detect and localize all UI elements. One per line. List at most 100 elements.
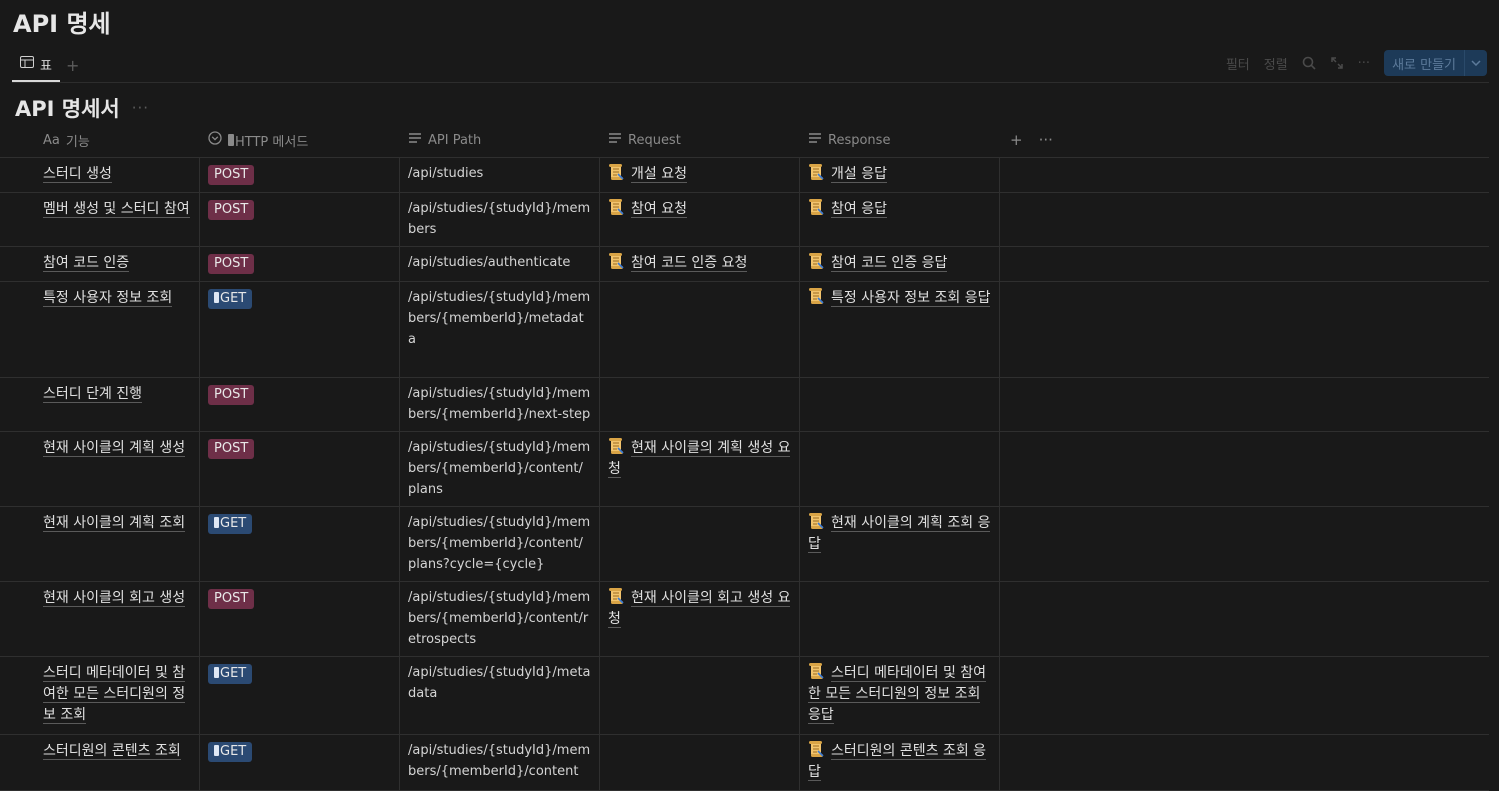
cell-method[interactable]: POST — [200, 247, 400, 281]
response-link[interactable]: 참여 코드 인증 응답 — [831, 255, 948, 272]
cell-method[interactable]: POST — [200, 158, 400, 192]
response-link[interactable]: 현재 사이클의 계획 조회 응답 — [808, 515, 991, 553]
response-link[interactable]: 스터디 메타데이터 및 참여한 모든 스터디원의 정보 조회 응답 — [808, 665, 987, 724]
cell-path[interactable]: /api/studies/{studyId}/members/{memberId… — [400, 432, 600, 506]
cell-request[interactable]: 참여 코드 인증 요청 — [600, 247, 800, 281]
table-row[interactable]: 참여 코드 인증 POST/api/studies/authenticate 참여 … — [0, 247, 1489, 282]
cell-name[interactable]: 현재 사이클의 회고 생성 — [0, 582, 200, 656]
cell-response[interactable] — [800, 378, 1000, 431]
chevron-down-icon[interactable] — [1464, 50, 1487, 76]
row-title[interactable]: 현재 사이클의 회고 생성 — [43, 590, 186, 607]
request-link[interactable]: 개설 요청 — [631, 166, 687, 183]
new-button[interactable]: 새로 만들기 — [1384, 50, 1487, 76]
cell-path[interactable]: /api/studies/{studyId}/members/{memberId… — [400, 582, 600, 656]
cell-method[interactable]: GET — [200, 657, 400, 734]
request-link[interactable]: 현재 사이클의 계획 생성 요청 — [608, 440, 791, 478]
sort-button[interactable]: 정렬 — [1264, 54, 1288, 73]
request-link[interactable]: 현재 사이클의 회고 생성 요청 — [608, 590, 791, 628]
cell-response[interactable]: 개설 응답 — [800, 158, 1000, 192]
column-header-method[interactable]: HTTP 메서드 — [200, 123, 400, 157]
cell-name[interactable]: 스터디원의 콘텐츠 조회 — [0, 735, 200, 790]
table-row[interactable]: 현재 사이클의 계획 조회 GET/api/studies/{studyId}/m… — [0, 507, 1489, 582]
method-badge: GET — [208, 742, 253, 762]
cell-name[interactable]: 현재 사이클의 계획 생성 — [0, 432, 200, 506]
column-header-response[interactable]: Response — [800, 123, 1000, 157]
cell-method[interactable]: POST — [200, 582, 400, 656]
cell-path[interactable]: /api/studies/{studyId}/members/{memberId… — [400, 282, 600, 377]
cell-response[interactable]: 참여 응답 — [800, 193, 1000, 246]
cell-response[interactable] — [800, 432, 1000, 506]
request-link[interactable]: 참여 요청 — [631, 201, 687, 218]
response-link[interactable]: 참여 응답 — [831, 201, 887, 218]
cell-request[interactable]: 현재 사이클의 회고 생성 요청 — [600, 582, 800, 656]
cell-path[interactable]: /api/studies — [400, 158, 600, 192]
cell-response[interactable] — [800, 582, 1000, 656]
cell-request[interactable]: 참여 요청 — [600, 193, 800, 246]
cell-path[interactable]: /api/studies/{studyId}/members/{memberId… — [400, 507, 600, 581]
cell-response[interactable]: 스터디 메타데이터 및 참여한 모든 스터디원의 정보 조회 응답 — [800, 657, 1000, 734]
table-row[interactable]: 스터디 단계 진행 POST/api/studies/{studyId}/memb… — [0, 378, 1489, 432]
cell-request[interactable] — [600, 378, 800, 431]
cell-name[interactable]: 멤버 생성 및 스터디 참여 — [0, 193, 200, 246]
table-row[interactable]: 현재 사이클의 회고 생성 POST/api/studies/{studyId}/… — [0, 582, 1489, 657]
cell-method[interactable]: GET — [200, 282, 400, 377]
add-view-button[interactable]: + — [66, 56, 79, 75]
row-title[interactable]: 스터디 메타데이터 및 참여한 모든 스터디원의 정보 조회 — [43, 665, 186, 724]
cell-method[interactable]: POST — [200, 193, 400, 246]
response-link[interactable]: 특정 사용자 정보 조회 응답 — [831, 290, 991, 307]
cell-path[interactable]: /api/studies/{studyId}/members/{memberId… — [400, 735, 600, 790]
column-header-name[interactable]: Aa 기능 — [0, 123, 200, 157]
add-column-button[interactable]: + — [1010, 131, 1023, 149]
response-link[interactable]: 개설 응답 — [831, 166, 887, 183]
cell-path[interactable]: /api/studies/{studyId}/members/{memberId… — [400, 378, 600, 431]
search-icon[interactable] — [1302, 56, 1316, 70]
database-title[interactable]: API 명세서 — [15, 93, 120, 123]
row-title[interactable]: 스터디 단계 진행 — [43, 386, 143, 403]
view-tab-table[interactable]: 표 — [12, 48, 60, 82]
cell-method[interactable]: POST — [200, 432, 400, 506]
row-title[interactable]: 참여 코드 인증 — [43, 255, 130, 272]
table-row[interactable]: 멤버 생성 및 스터디 참여 POST/api/studies/{studyId}… — [0, 193, 1489, 247]
cell-method[interactable]: GET — [200, 735, 400, 790]
cell-path[interactable]: /api/studies/{studyId}/metadata — [400, 657, 600, 734]
table-row[interactable]: 현재 사이클의 계획 생성 POST/api/studies/{studyId}/… — [0, 432, 1489, 507]
cell-response[interactable]: 현재 사이클의 계획 조회 응답 — [800, 507, 1000, 581]
cell-request[interactable] — [600, 735, 800, 790]
row-title[interactable]: 스터디원의 콘텐츠 조회 — [43, 743, 181, 760]
cell-request[interactable] — [600, 507, 800, 581]
cell-name[interactable]: 스터디 생성 — [0, 158, 200, 192]
cell-name[interactable]: 현재 사이클의 계획 조회 — [0, 507, 200, 581]
column-header-request[interactable]: Request — [600, 123, 800, 157]
cell-path[interactable]: /api/studies/{studyId}/members — [400, 193, 600, 246]
row-title[interactable]: 현재 사이클의 계획 조회 — [43, 515, 186, 532]
request-link[interactable]: 참여 코드 인증 요청 — [631, 255, 748, 272]
expand-icon[interactable] — [1330, 56, 1344, 70]
cell-name[interactable]: 스터디 단계 진행 — [0, 378, 200, 431]
cell-name[interactable]: 참여 코드 인증 — [0, 247, 200, 281]
more-options-button[interactable]: ··· — [1358, 56, 1370, 71]
row-title[interactable]: 멤버 생성 및 스터디 참여 — [43, 201, 190, 218]
column-header-path[interactable]: API Path — [400, 123, 600, 157]
cell-request[interactable] — [600, 657, 800, 734]
cell-name[interactable]: 특정 사용자 정보 조회 — [0, 282, 200, 377]
cell-request[interactable]: 개설 요청 — [600, 158, 800, 192]
cell-request[interactable] — [600, 282, 800, 377]
database-more-button[interactable]: ··· — [132, 99, 149, 117]
cell-request[interactable]: 현재 사이클의 계획 생성 요청 — [600, 432, 800, 506]
cell-method[interactable]: GET — [200, 507, 400, 581]
cell-response[interactable]: 참여 코드 인증 응답 — [800, 247, 1000, 281]
column-more-button[interactable]: ··· — [1039, 131, 1053, 149]
filter-button[interactable]: 필터 — [1226, 54, 1250, 73]
table-row[interactable]: 스터디 메타데이터 및 참여한 모든 스터디원의 정보 조회 GET/api/st… — [0, 657, 1489, 735]
response-link[interactable]: 스터디원의 콘텐츠 조회 응답 — [808, 743, 987, 781]
row-title[interactable]: 특정 사용자 정보 조회 — [43, 290, 173, 307]
cell-response[interactable]: 스터디원의 콘텐츠 조회 응답 — [800, 735, 1000, 790]
row-title[interactable]: 현재 사이클의 계획 생성 — [43, 440, 186, 457]
cell-response[interactable]: 특정 사용자 정보 조회 응답 — [800, 282, 1000, 377]
cell-path[interactable]: /api/studies/authenticate — [400, 247, 600, 281]
row-title[interactable]: 스터디 생성 — [43, 166, 112, 183]
table-row[interactable]: 특정 사용자 정보 조회 GET/api/studies/{studyId}/me… — [0, 282, 1489, 378]
cell-method[interactable]: POST — [200, 378, 400, 431]
cell-name[interactable]: 스터디 메타데이터 및 참여한 모든 스터디원의 정보 조회 — [0, 657, 200, 734]
table-row[interactable]: 스터디 생성 POST/api/studies 개설 요청 개설 응답 — [0, 158, 1489, 193]
